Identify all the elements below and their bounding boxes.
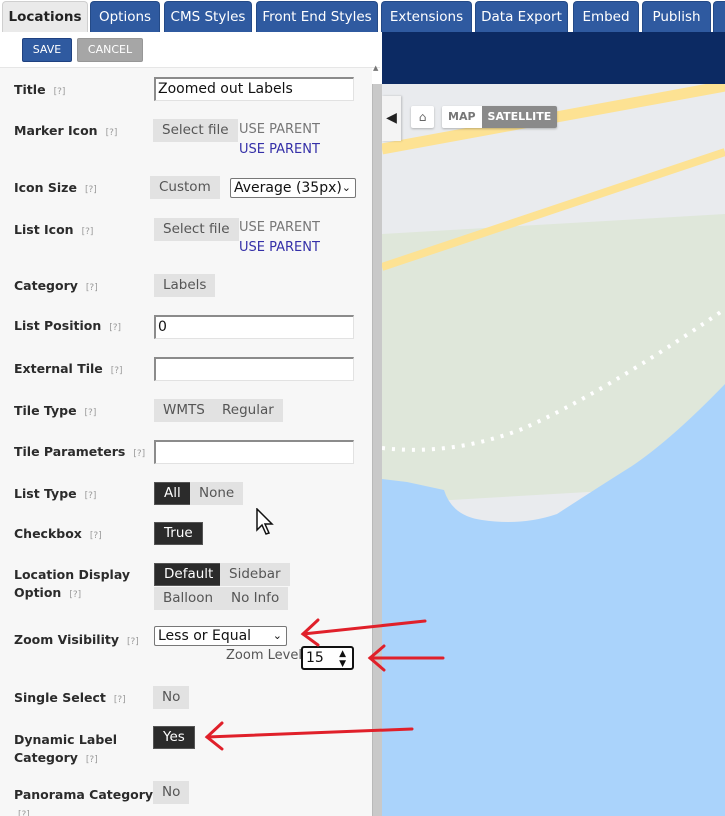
annotation-overlay [204, 618, 445, 751]
red-arrow-dynamic-label [204, 721, 414, 751]
red-arrow-zoom-visibility [300, 618, 427, 647]
red-arrow-zoom-level [367, 644, 445, 672]
